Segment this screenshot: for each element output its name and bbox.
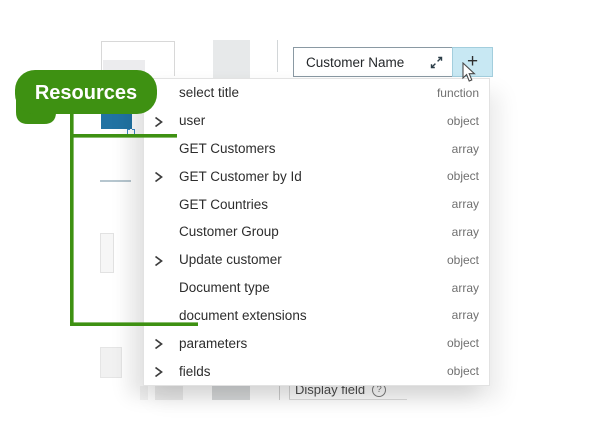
dropdown-item-label: Customer Group xyxy=(179,224,279,240)
formula-field[interactable]: Customer Name xyxy=(293,47,453,77)
dropdown-item-document-type[interactable]: Document type array xyxy=(144,274,489,302)
background-divider xyxy=(279,386,280,400)
dropdown-item-type: object xyxy=(446,169,479,184)
dropdown-item-document-extensions[interactable]: document extensions array xyxy=(144,302,489,330)
chevron-right-icon[interactable] xyxy=(153,115,164,127)
selected-component-block xyxy=(101,112,132,129)
dropdown-item-type: object xyxy=(446,252,479,267)
chevron-right-icon[interactable] xyxy=(153,170,164,183)
dropdown-item-get-countries[interactable]: GET Countries array xyxy=(144,190,489,218)
background-divider xyxy=(277,40,278,72)
dropdown-item-type: array xyxy=(451,224,479,239)
dropdown-item-label: GET Customer by Id xyxy=(179,168,302,184)
dropdown-item-customer-group[interactable]: Customer Group array xyxy=(144,218,489,246)
background-placeholder-block xyxy=(212,386,250,400)
dropdown-item-type: array xyxy=(451,197,479,212)
dropdown-item-get-customer-by-id[interactable]: GET Customer by Id object xyxy=(144,162,489,190)
formula-field-value: Customer Name xyxy=(306,54,405,70)
dropdown-item-type: object xyxy=(446,336,479,351)
dropdown-item-label: GET Countries xyxy=(179,196,269,212)
background-placeholder-block xyxy=(103,60,145,78)
dropdown-item-label: user xyxy=(179,113,206,129)
background-divider xyxy=(289,399,407,400)
dropdown-item-label: Document type xyxy=(179,280,270,296)
dropdown-item-get-customers[interactable]: GET Customers array xyxy=(144,135,489,163)
resources-dropdown: select title function user object GET Custom… xyxy=(143,78,490,386)
dropdown-item-label: GET Customers xyxy=(179,141,276,157)
mouse-cursor-icon xyxy=(462,61,477,88)
screenshot-root: Display field ? Customer Name + select t… xyxy=(0,0,601,435)
expand-diagonal-icon[interactable] xyxy=(429,55,444,70)
background-placeholder-block xyxy=(155,386,183,400)
background-divider xyxy=(289,384,290,399)
dropdown-item-select-title[interactable]: select title function xyxy=(144,79,489,107)
dropdown-item-user[interactable]: user object xyxy=(144,107,489,135)
dropdown-item-update-customer[interactable]: Update customer object xyxy=(144,246,489,274)
dropdown-item-type: function xyxy=(436,85,479,100)
dropdown-item-label: document extensions xyxy=(179,307,307,323)
dropdown-item-type: array xyxy=(451,280,479,295)
dropdown-item-label: select title xyxy=(179,85,240,101)
dropdown-item-label: Update customer xyxy=(179,252,282,268)
chevron-right-icon[interactable] xyxy=(153,365,164,378)
background-placeholder-block xyxy=(100,233,114,273)
dropdown-item-label: fields xyxy=(179,363,211,379)
dropdown-item-type: array xyxy=(451,308,479,323)
callout-label: Resources xyxy=(35,82,137,104)
dropdown-item-parameters[interactable]: parameters object xyxy=(144,329,489,357)
background-placeholder-block xyxy=(100,347,122,378)
background-divider xyxy=(100,180,131,182)
background-placeholder-block xyxy=(140,386,148,400)
dropdown-item-fields[interactable]: fields object xyxy=(144,357,489,385)
chevron-right-icon[interactable] xyxy=(153,337,164,350)
dropdown-item-type: array xyxy=(451,141,479,156)
background-placeholder-block xyxy=(213,40,250,78)
callout-tail xyxy=(16,90,56,124)
dropdown-item-type: object xyxy=(446,113,479,128)
dropdown-item-label: parameters xyxy=(179,335,248,351)
selection-handle xyxy=(127,129,135,135)
chevron-right-icon[interactable] xyxy=(153,254,164,267)
callout-vertical-line xyxy=(70,112,74,326)
dropdown-item-type: object xyxy=(446,364,479,379)
